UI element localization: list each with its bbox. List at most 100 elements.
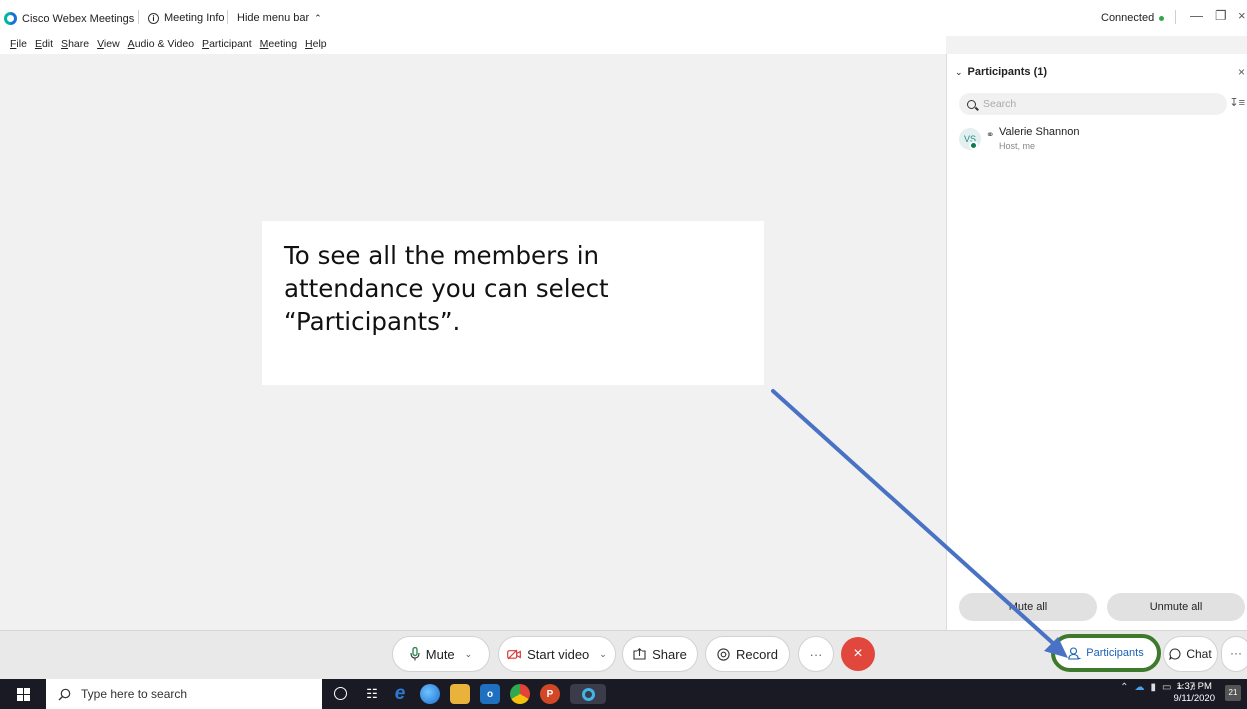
taskbar-search-placeholder: Type here to search <box>81 687 188 701</box>
instruction-callout: To see all the members in attendance you… <box>262 221 764 385</box>
menu-item-label: hare <box>68 38 90 50</box>
presence-icon <box>969 141 978 150</box>
headset-icon: ⚭ <box>986 130 995 141</box>
title-bar: Cisco Webex Meetings i Meeting Info Hide… <box>0 0 1247 36</box>
menu-item-label: udio & Video <box>134 38 195 50</box>
start-video-button[interactable]: Start video ⌄ <box>498 636 616 672</box>
menu-item-label: ile <box>16 38 27 50</box>
notification-icon[interactable]: 21 <box>1225 685 1241 701</box>
ellipsis-icon: ··· <box>809 646 823 662</box>
chevron-up-icon: ⌃ <box>314 12 322 23</box>
sort-icon[interactable]: ↧≡ <box>1229 96 1245 109</box>
start-button[interactable] <box>8 684 38 704</box>
powerpoint-icon[interactable]: P <box>540 684 560 704</box>
task-view-icon[interactable]: ☷ <box>362 684 382 704</box>
record-button[interactable]: Record <box>705 636 790 672</box>
browser-icon[interactable] <box>420 684 440 704</box>
connection-status: Connected <box>1101 12 1165 24</box>
restore-icon[interactable]: ❐ <box>1215 8 1227 24</box>
callout-text: To see all the members in attendance you… <box>284 241 609 336</box>
onedrive-icon[interactable]: ☁ <box>1135 682 1145 693</box>
file-explorer-icon[interactable] <box>450 684 470 704</box>
record-icon <box>717 647 730 661</box>
menu-item[interactable]: Meeting <box>260 36 297 54</box>
app-title: Cisco Webex Meetings <box>4 12 134 25</box>
menu-item-mnemonic: S <box>61 38 69 50</box>
webex-taskbar-icon[interactable] <box>570 684 606 704</box>
edge-icon[interactable]: e <box>390 683 410 704</box>
chevron-up-icon[interactable]: ⌃ <box>1120 682 1128 693</box>
video-off-icon <box>507 649 522 659</box>
person-icon <box>1068 646 1081 660</box>
search-icon <box>967 99 976 109</box>
chevron-down-icon[interactable]: ⌄ <box>465 649 473 660</box>
menu-item[interactable]: Participant <box>202 36 252 54</box>
end-meeting-button[interactable]: × <box>841 637 875 671</box>
more-options-button[interactable]: ··· <box>798 636 834 672</box>
meeting-info-label: Meeting Info <box>164 12 225 24</box>
title-divider <box>138 10 139 24</box>
menu-item[interactable]: Edit <box>35 36 53 54</box>
mute-all-button[interactable]: Mute all <box>959 593 1097 621</box>
chat-icon <box>1169 648 1181 660</box>
webex-window: Cisco Webex Meetings i Meeting Info Hide… <box>0 0 1247 709</box>
participant-list-item[interactable]: VS ⚭ Valerie Shannon Host, me <box>959 126 1229 156</box>
meeting-control-bar: Mute ⌄ Start video ⌄ Share Record ··· × … <box>0 630 1247 679</box>
mute-label: Mute <box>425 646 455 662</box>
participants-panel-title: Participants (1) <box>967 66 1048 78</box>
display-icon[interactable]: ▭ <box>1162 682 1171 693</box>
start-video-label: Start video <box>527 646 590 662</box>
menu-item-label: elp <box>312 38 327 50</box>
menu-item-mnemonic: E <box>34 38 42 50</box>
participants-panel: ⌄ Participants (1) × Search ↧≡ VS ⚭ Vale… <box>946 54 1247 630</box>
chevron-down-icon: ⌄ <box>955 66 963 77</box>
menu-item[interactable]: Help <box>305 36 327 54</box>
outlook-icon[interactable]: o <box>480 684 500 704</box>
minimize-icon[interactable]: — <box>1190 8 1203 23</box>
battery-icon[interactable]: ▮ <box>1151 682 1157 693</box>
record-label: Record <box>736 646 778 662</box>
menu-item[interactable]: Audio & Video <box>128 36 194 54</box>
taskbar-search-input[interactable]: Type here to search <box>46 679 322 709</box>
menu-item[interactable]: File <box>10 36 27 54</box>
menu-item[interactable]: Share <box>61 36 89 54</box>
chat-label: Chat <box>1186 647 1212 661</box>
title-divider <box>227 10 228 24</box>
mute-button[interactable]: Mute ⌄ <box>392 636 490 672</box>
menu-item-label: iew <box>103 38 120 50</box>
share-icon <box>633 648 646 660</box>
windows-taskbar: Type here to search ☷ e o P ⌃ ☁ ▮ ▭ ≈ ♬ … <box>0 679 1247 709</box>
menu-item-label: eeting <box>268 38 298 50</box>
connected-dot-icon <box>1159 15 1165 21</box>
chrome-icon[interactable] <box>510 684 530 704</box>
menu-bar: File Edit Share View Audio & Video Participan… <box>0 36 946 54</box>
windows-logo-icon <box>16 687 30 701</box>
info-icon: i <box>148 12 159 24</box>
participant-search-input[interactable]: Search <box>959 93 1227 115</box>
close-panel-icon[interactable]: × <box>1238 65 1245 79</box>
more-panels-button[interactable]: ··· <box>1221 636 1247 672</box>
hide-menu-bar-button[interactable]: Hide menu bar ⌃ <box>237 12 322 24</box>
hide-menu-bar-label: Hide menu bar <box>237 12 310 24</box>
menu-item-mnemonic: P <box>202 38 210 50</box>
clock-time: 1:37 PM <box>1176 681 1212 692</box>
participant-name: Valerie Shannon <box>999 126 1080 138</box>
unmute-all-button[interactable]: Unmute all <box>1107 593 1245 621</box>
participants-panel-header[interactable]: ⌄ Participants (1) <box>955 66 1047 78</box>
menu-item-mnemonic: A <box>127 38 135 50</box>
close-window-icon[interactable]: × <box>1238 8 1246 23</box>
menu-item[interactable]: View <box>97 36 120 54</box>
share-button[interactable]: Share <box>622 636 698 672</box>
chevron-down-icon[interactable]: ⌄ <box>599 649 607 660</box>
menu-item-mnemonic: H <box>305 38 313 50</box>
cortana-icon[interactable] <box>334 687 347 700</box>
app-name: Cisco Webex Meetings <box>22 12 135 25</box>
search-placeholder: Search <box>983 98 1017 110</box>
chat-button[interactable]: Chat <box>1163 636 1218 672</box>
participant-role: Host, me <box>999 141 1036 151</box>
meeting-info-button[interactable]: i Meeting Info <box>148 12 225 24</box>
close-icon: × <box>853 645 863 662</box>
clock[interactable]: 1:37 PM 9/11/2020 <box>1173 681 1215 705</box>
participants-button[interactable]: Participants <box>1051 634 1161 672</box>
microphone-icon <box>410 647 420 661</box>
